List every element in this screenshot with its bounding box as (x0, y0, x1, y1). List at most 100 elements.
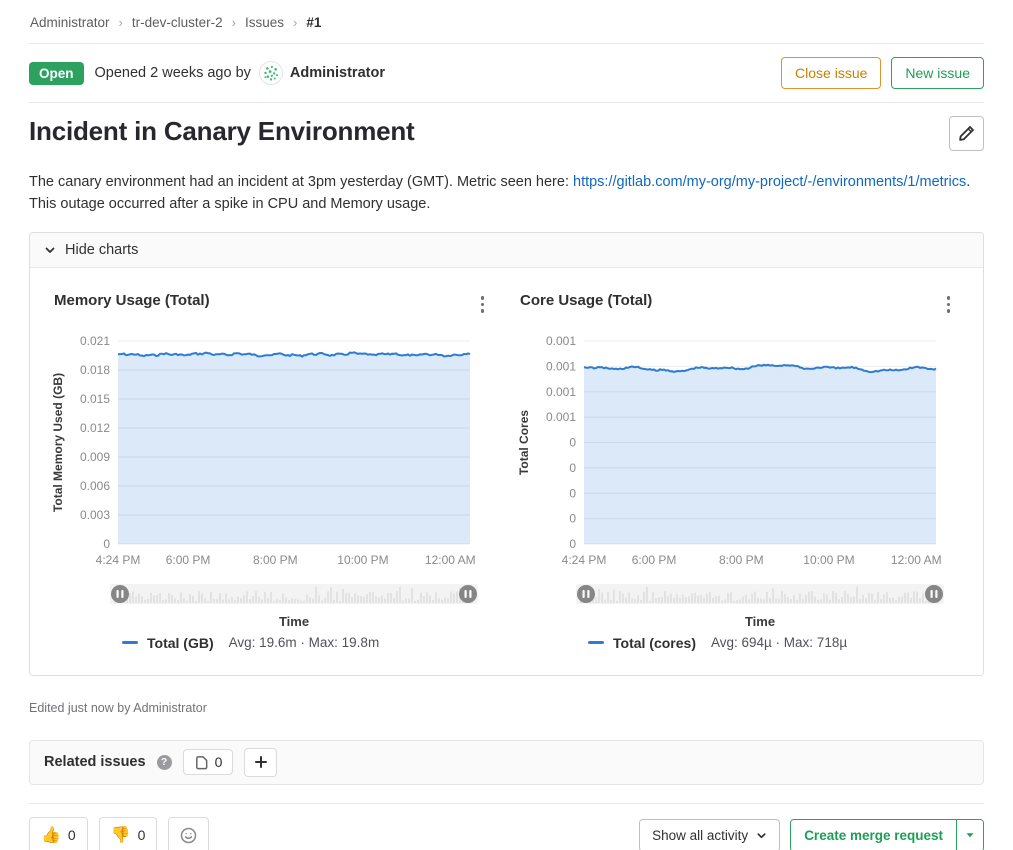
related-issues-count-badge: 0 (183, 749, 234, 775)
core-usage-chart-card: Core Usage (Total) 0.0010.0010.0010.0010… (518, 292, 958, 651)
new-issue-button[interactable]: New issue (891, 57, 984, 89)
related-issues-count: 0 (215, 754, 223, 770)
legend-stats: Avg: 19.6m · Max: 19.8m (229, 635, 380, 650)
legend-swatch (122, 641, 138, 645)
pencil-icon (958, 125, 975, 142)
svg-text:10:00 PM: 10:00 PM (337, 553, 388, 567)
svg-text:0.009: 0.009 (80, 450, 110, 464)
svg-text:12:00 AM: 12:00 AM (891, 553, 942, 567)
chart-menu-kebab-icon[interactable] (939, 292, 959, 317)
svg-text:Total Cores: Total Cores (518, 409, 531, 474)
thumbs-up-icon: 👍 (41, 825, 61, 845)
page-title: Incident in Canary Environment (29, 116, 415, 147)
hide-charts-label: Hide charts (65, 242, 138, 258)
legend-stats: Avg: 694µ · Max: 718µ (711, 635, 847, 650)
svg-text:0: 0 (569, 486, 576, 500)
thumbs-down-button[interactable]: 👎 0 (99, 817, 158, 850)
breadcrumb-issues[interactable]: Issues (245, 15, 284, 30)
activity-filter-label: Show all activity (652, 828, 748, 843)
hide-charts-toggle[interactable]: Hide charts (30, 233, 983, 268)
edit-title-button[interactable] (949, 116, 984, 151)
charts-body: Memory Usage (Total) 0.021 0.018 0.015 0.01… (30, 268, 983, 675)
svg-text:Total Memory Used (GB): Total Memory Used (GB) (52, 372, 65, 511)
description-period: . (966, 174, 970, 190)
smiley-icon (180, 827, 197, 844)
related-issues-section: Related issues ? 0 (29, 740, 984, 785)
svg-text:8:00 PM: 8:00 PM (253, 553, 298, 567)
caret-down-icon (965, 830, 975, 840)
close-issue-button[interactable]: Close issue (781, 57, 881, 89)
opened-text: Opened 2 weeks ago by (95, 65, 251, 81)
chevron-right-icon: › (293, 15, 297, 30)
core-usage-chart: 0.0010.0010.0010.001000004:24 PM6:00 PM8… (518, 327, 958, 571)
chart-menu-kebab-icon[interactable] (473, 292, 493, 317)
svg-text:0: 0 (569, 511, 576, 525)
plus-icon (254, 755, 268, 769)
thumbs-down-count: 0 (138, 827, 146, 843)
legend-label[interactable]: Total (GB) (147, 635, 214, 651)
issue-status-bar: Open Opened 2 weeks ago by Administrator… (29, 44, 984, 102)
help-icon[interactable]: ? (157, 755, 172, 770)
thumbs-up-count: 0 (68, 827, 76, 843)
legend-swatch (588, 641, 604, 645)
edited-note: Edited just now by Administrator (29, 701, 984, 715)
svg-text:0.003: 0.003 (80, 508, 110, 522)
status-badge: Open (29, 62, 84, 85)
memory-chart-range-slider[interactable] (110, 583, 478, 605)
svg-text:0.001: 0.001 (546, 384, 576, 398)
breadcrumb-administrator[interactable]: Administrator (30, 15, 110, 30)
x-axis-label: Time (118, 614, 470, 629)
author-name[interactable]: Administrator (290, 65, 385, 81)
issue-type-icon (194, 755, 209, 770)
divider (29, 102, 984, 103)
breadcrumb-issue-number: #1 (306, 15, 321, 30)
breadcrumb: Administrator › tr-dev-cluster-2 › Issue… (29, 0, 984, 43)
svg-text:6:00 PM: 6:00 PM (166, 553, 211, 567)
x-axis-label: Time (584, 614, 936, 629)
svg-text:0: 0 (103, 537, 110, 551)
add-related-issue-button[interactable] (244, 748, 277, 777)
chart-legend: Total (cores) Avg: 694µ · Max: 718µ (588, 635, 958, 651)
create-merge-request-button[interactable]: Create merge request (791, 820, 956, 850)
svg-text:6:00 PM: 6:00 PM (632, 553, 677, 567)
thumbs-up-button[interactable]: 👍 0 (29, 817, 88, 850)
issue-description: The canary environment had an incident a… (29, 172, 984, 215)
avatar[interactable] (259, 61, 283, 85)
memory-usage-chart: 0.021 0.018 0.015 0.012 0.009 0.006 0.003 0 4:24… (52, 327, 492, 571)
svg-text:0.006: 0.006 (80, 479, 110, 493)
chart-title: Memory Usage (Total) (54, 292, 210, 309)
description-text-line2: This outage occurred after a spike in CP… (29, 196, 430, 212)
chevron-down-icon (756, 830, 767, 841)
metrics-link[interactable]: https://gitlab.com/my-org/my-project/-/e… (573, 174, 966, 190)
svg-text:0.001: 0.001 (546, 359, 576, 373)
chevron-down-icon (44, 244, 56, 256)
svg-text:4:24 PM: 4:24 PM (96, 553, 141, 567)
chevron-right-icon: › (119, 15, 123, 30)
chart-legend: Total (GB) Avg: 19.6m · Max: 19.8m (122, 635, 492, 651)
svg-text:0.012: 0.012 (80, 421, 110, 435)
svg-text:8:00 PM: 8:00 PM (719, 553, 764, 567)
memory-usage-chart-card: Memory Usage (Total) 0.021 0.018 0.015 0.01… (52, 292, 492, 651)
svg-text:0: 0 (569, 435, 576, 449)
svg-text:4:24 PM: 4:24 PM (562, 553, 607, 567)
svg-text:0.015: 0.015 (80, 392, 110, 406)
thumbs-down-icon: 👎 (111, 825, 131, 845)
svg-text:12:00 AM: 12:00 AM (425, 553, 476, 567)
core-chart-range-slider[interactable] (576, 583, 944, 605)
breadcrumb-project[interactable]: tr-dev-cluster-2 (132, 15, 223, 30)
activity-filter-dropdown[interactable]: Show all activity (639, 819, 780, 850)
svg-text:0.018: 0.018 (80, 363, 110, 377)
add-reaction-button[interactable] (168, 817, 209, 850)
chevron-right-icon: › (232, 15, 236, 30)
create-merge-request-caret-button[interactable] (956, 820, 983, 850)
footer-actions: 👍 0 👎 0 Show all activity Create merge r… (29, 804, 984, 850)
title-row: Incident in Canary Environment (29, 116, 984, 151)
issue-page: Administrator › tr-dev-cluster-2 › Issue… (0, 0, 1013, 850)
svg-text:0: 0 (569, 460, 576, 474)
create-merge-request-split-button: Create merge request (790, 819, 984, 850)
svg-text:0: 0 (569, 537, 576, 551)
legend-label[interactable]: Total (cores) (613, 635, 696, 651)
related-issues-title: Related issues (44, 754, 146, 770)
svg-text:0.021: 0.021 (80, 334, 110, 348)
svg-text:10:00 PM: 10:00 PM (803, 553, 854, 567)
